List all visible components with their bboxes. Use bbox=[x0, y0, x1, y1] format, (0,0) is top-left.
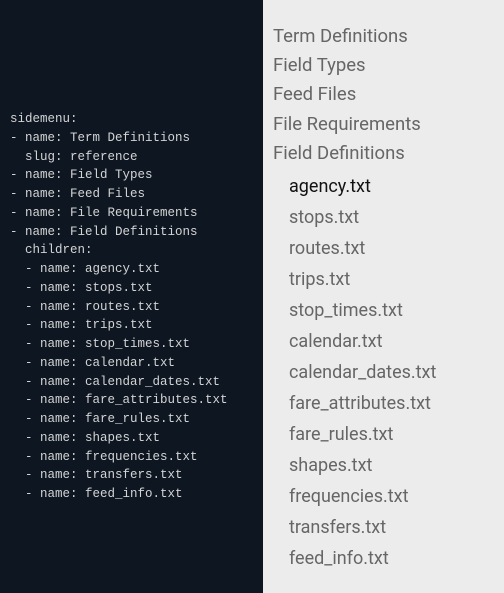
nav-item-field-definitions[interactable]: Field Definitions bbox=[273, 139, 504, 168]
nav-item-field-types[interactable]: Field Types bbox=[273, 51, 504, 80]
nav-top-list: Term Definitions Field Types Feed Files … bbox=[273, 22, 504, 168]
nav-child-item[interactable]: calendar_dates.txt bbox=[289, 358, 504, 389]
nav-child-item[interactable]: calendar.txt bbox=[289, 327, 504, 358]
nav-item-term-definitions[interactable]: Term Definitions bbox=[273, 22, 504, 51]
sidemenu-nav-panel: Term Definitions Field Types Feed Files … bbox=[263, 0, 504, 593]
nav-child-item[interactable]: fare_rules.txt bbox=[289, 420, 504, 451]
yaml-code-panel: sidemenu: - name: Term Definitions slug:… bbox=[0, 0, 263, 593]
nav-child-item[interactable]: shapes.txt bbox=[289, 451, 504, 482]
nav-child-item[interactable]: stop_times.txt bbox=[289, 296, 504, 327]
nav-child-item[interactable]: feed_info.txt bbox=[289, 544, 504, 575]
nav-item-file-requirements[interactable]: File Requirements bbox=[273, 110, 504, 139]
nav-item-feed-files[interactable]: Feed Files bbox=[273, 80, 504, 109]
nav-child-item[interactable]: stops.txt bbox=[289, 203, 504, 234]
nav-child-item[interactable]: agency.txt bbox=[289, 172, 504, 203]
nav-child-item[interactable]: fare_attributes.txt bbox=[289, 389, 504, 420]
nav-child-item[interactable]: frequencies.txt bbox=[289, 482, 504, 513]
yaml-code: sidemenu: - name: Term Definitions slug:… bbox=[10, 112, 228, 501]
nav-child-item[interactable]: transfers.txt bbox=[289, 513, 504, 544]
nav-child-item[interactable]: routes.txt bbox=[289, 234, 504, 265]
nav-children-list: agency.txtstops.txtroutes.txttrips.txtst… bbox=[273, 172, 504, 574]
nav-child-item[interactable]: trips.txt bbox=[289, 265, 504, 296]
